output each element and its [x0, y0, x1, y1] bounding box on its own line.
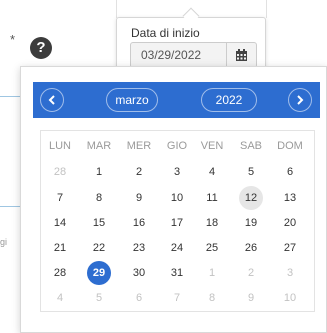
calendar-day-other-month[interactable]: 6 — [127, 286, 151, 310]
calendar-day[interactable]: 30 — [127, 261, 151, 285]
calendar-day-other-month[interactable]: 4 — [48, 286, 72, 310]
weekday-header: LUN — [48, 140, 71, 152]
calendar-day[interactable]: 28 — [48, 261, 72, 285]
background-rule — [0, 96, 20, 97]
weekday-header: MAR — [86, 140, 112, 152]
calendar-day-other-month[interactable]: 2 — [239, 261, 263, 285]
calendar-day[interactable]: 27 — [278, 236, 302, 260]
calendar-day[interactable]: 8 — [87, 186, 111, 210]
calendar-day[interactable]: 20 — [278, 211, 302, 235]
calendar-day[interactable]: 17 — [165, 211, 189, 235]
start-date-value[interactable]: 03/29/2022 — [131, 48, 226, 62]
calendar-day-other-month[interactable]: 10 — [278, 286, 302, 310]
calendar-day[interactable]: 7 — [48, 186, 72, 210]
weekday-header: MER — [126, 140, 152, 152]
calendar-day-selected[interactable]: 29 — [87, 261, 111, 285]
calendar-day-other-month[interactable]: 9 — [239, 286, 263, 310]
calendar-day[interactable]: 10 — [165, 186, 189, 210]
background-rule — [0, 206, 20, 207]
month-selector[interactable]: marzo — [106, 88, 158, 112]
calendar-day-other-month[interactable]: 8 — [200, 286, 224, 310]
calendar-day[interactable]: 18 — [200, 211, 224, 235]
background-text-fragment: gi — [0, 237, 8, 247]
weekday-header: DOM — [277, 140, 303, 152]
calendar-day[interactable]: 2 — [127, 160, 151, 184]
calendar-day[interactable]: 5 — [239, 160, 263, 184]
calendar-day[interactable]: 31 — [165, 261, 189, 285]
weekday-header: GIO — [166, 140, 188, 152]
weekday-header: SAB — [239, 140, 262, 152]
start-date-label: Data di inizio — [131, 26, 200, 40]
help-icon[interactable]: ? — [30, 37, 52, 59]
background-divider — [266, 0, 267, 18]
calendar-day[interactable]: 21 — [48, 236, 72, 260]
calendar-day[interactable]: 11 — [200, 186, 224, 210]
start-date-input[interactable]: 03/29/2022 — [130, 42, 257, 68]
calendar-day[interactable]: 24 — [165, 236, 189, 260]
chevron-left-icon[interactable] — [40, 88, 64, 112]
calendar-day[interactable]: 26 — [239, 236, 263, 260]
calendar-day-other-month[interactable]: 7 — [165, 286, 189, 310]
calendar-day[interactable]: 9 — [127, 186, 151, 210]
calendar-day[interactable]: 22 — [87, 236, 111, 260]
calendar-day-other-month[interactable]: 1 — [200, 261, 224, 285]
calendar-day[interactable]: 16 — [127, 211, 151, 235]
calendar-day-other-month[interactable]: 3 — [278, 261, 302, 285]
calendar-day[interactable]: 23 — [127, 236, 151, 260]
calendar-day[interactable]: 3 — [165, 160, 189, 184]
calendar-day[interactable]: 1 — [87, 160, 111, 184]
calendar-day[interactable]: 13 — [278, 186, 302, 210]
year-selector[interactable]: 2022 — [201, 88, 257, 112]
calendar-day[interactable]: 19 — [239, 211, 263, 235]
weekday-header: VEN — [200, 140, 224, 152]
calendar-day[interactable]: 15 — [87, 211, 111, 235]
calendar-day-today[interactable]: 12 — [239, 186, 263, 210]
calendar-icon[interactable] — [226, 43, 256, 67]
calendar-day-other-month[interactable]: 28 — [48, 160, 72, 184]
calendar-day[interactable]: 14 — [48, 211, 72, 235]
calendar-day[interactable]: 4 — [200, 160, 224, 184]
required-asterisk: * — [10, 32, 16, 47]
calendar-day[interactable]: 25 — [200, 236, 224, 260]
calendar-day-other-month[interactable]: 5 — [87, 286, 111, 310]
chevron-right-icon[interactable] — [288, 88, 312, 112]
calendar-header — [33, 82, 320, 118]
calendar-day[interactable]: 6 — [278, 160, 302, 184]
background-divider — [116, 0, 117, 18]
